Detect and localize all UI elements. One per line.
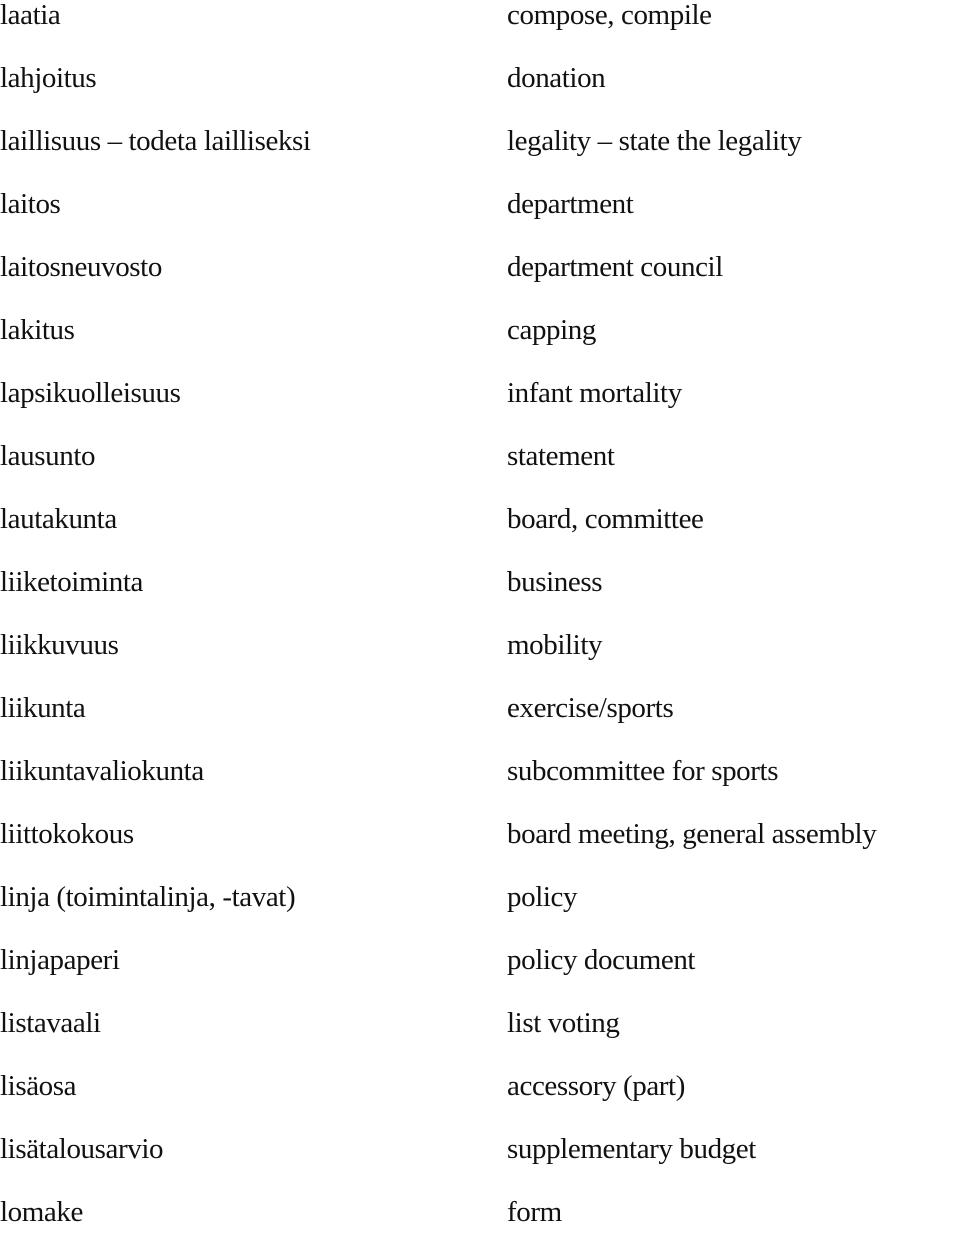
finnish-term: liittokokous bbox=[0, 818, 134, 850]
english-definition: board, committee bbox=[507, 503, 704, 535]
glossary-row: liikuntavaliokunta subcommittee for spor… bbox=[0, 755, 960, 819]
english-definition: policy document bbox=[507, 944, 696, 976]
english-definition: supplementary budget bbox=[507, 1133, 756, 1165]
glossary-row: linja (toimintalinja, -tavat) policy bbox=[0, 881, 960, 945]
finnish-term: lautakunta bbox=[0, 503, 117, 535]
glossary-list: laatia compose, compile lahjoitus donati… bbox=[0, 0, 960, 1260]
finnish-term: liikuntavaliokunta bbox=[0, 755, 204, 787]
finnish-term: linjapaperi bbox=[0, 944, 120, 976]
finnish-term: laitos bbox=[0, 188, 61, 220]
glossary-row: lapsikuolleisuus infant mortality bbox=[0, 377, 960, 441]
english-definition: statement bbox=[507, 440, 615, 472]
english-definition: board meeting, general assembly bbox=[507, 818, 877, 850]
finnish-term: laatia bbox=[0, 0, 61, 31]
english-definition: policy bbox=[507, 881, 578, 913]
english-definition: department council bbox=[507, 251, 723, 283]
english-definition: legality – state the legality bbox=[507, 125, 802, 157]
glossary-row: liikkuvuus mobility bbox=[0, 629, 960, 693]
english-definition: capping bbox=[507, 314, 597, 346]
english-definition: mobility bbox=[507, 629, 603, 661]
english-definition: department bbox=[507, 188, 634, 220]
english-definition: exercise/sports bbox=[507, 692, 674, 724]
glossary-row: liikunta exercise/sports bbox=[0, 692, 960, 756]
finnish-term: lahjoitus bbox=[0, 62, 97, 94]
finnish-term: laitosneuvosto bbox=[0, 251, 162, 283]
finnish-term: lisätalousarvio bbox=[0, 1133, 164, 1165]
glossary-row: listavaali list voting bbox=[0, 1007, 960, 1071]
english-definition: business bbox=[507, 566, 603, 598]
finnish-term: liikunta bbox=[0, 692, 86, 724]
english-definition: infant mortality bbox=[507, 377, 682, 409]
finnish-term: lausunto bbox=[0, 440, 96, 472]
glossary-row: liiketoiminta business bbox=[0, 566, 960, 630]
finnish-term: lisäosa bbox=[0, 1070, 77, 1102]
english-definition: compose, compile bbox=[507, 0, 712, 31]
glossary-row: lautakunta board, committee bbox=[0, 503, 960, 567]
glossary-row: laitos department bbox=[0, 188, 960, 252]
finnish-term: lomake bbox=[0, 1196, 83, 1228]
english-definition: accessory (part) bbox=[507, 1070, 685, 1102]
english-definition: list voting bbox=[507, 1007, 620, 1039]
glossary-row: lahjoitus donation bbox=[0, 62, 960, 126]
glossary-row: lomake form bbox=[0, 1196, 960, 1260]
glossary-row: linjapaperi policy document bbox=[0, 944, 960, 1008]
finnish-term: liikkuvuus bbox=[0, 629, 119, 661]
english-definition: donation bbox=[507, 62, 606, 94]
english-definition: subcommittee for sports bbox=[507, 755, 779, 787]
finnish-term: laillisuus – todeta lailliseksi bbox=[0, 125, 311, 157]
glossary-row: lisätalousarvio supplementary budget bbox=[0, 1133, 960, 1197]
finnish-term: liiketoiminta bbox=[0, 566, 144, 598]
finnish-term: lapsikuolleisuus bbox=[0, 377, 181, 409]
finnish-term: linja (toimintalinja, -tavat) bbox=[0, 881, 296, 913]
glossary-row: lakitus capping bbox=[0, 314, 960, 378]
glossary-row: liittokokous board meeting, general asse… bbox=[0, 818, 960, 882]
glossary-row: laillisuus – todeta lailliseksi legality… bbox=[0, 125, 960, 189]
glossary-row: laatia compose, compile bbox=[0, 0, 960, 63]
glossary-row: laitosneuvosto department council bbox=[0, 251, 960, 315]
finnish-term: lakitus bbox=[0, 314, 75, 346]
glossary-row: lausunto statement bbox=[0, 440, 960, 504]
glossary-row: lisäosa accessory (part) bbox=[0, 1070, 960, 1134]
english-definition: form bbox=[507, 1196, 562, 1228]
finnish-term: listavaali bbox=[0, 1007, 101, 1039]
